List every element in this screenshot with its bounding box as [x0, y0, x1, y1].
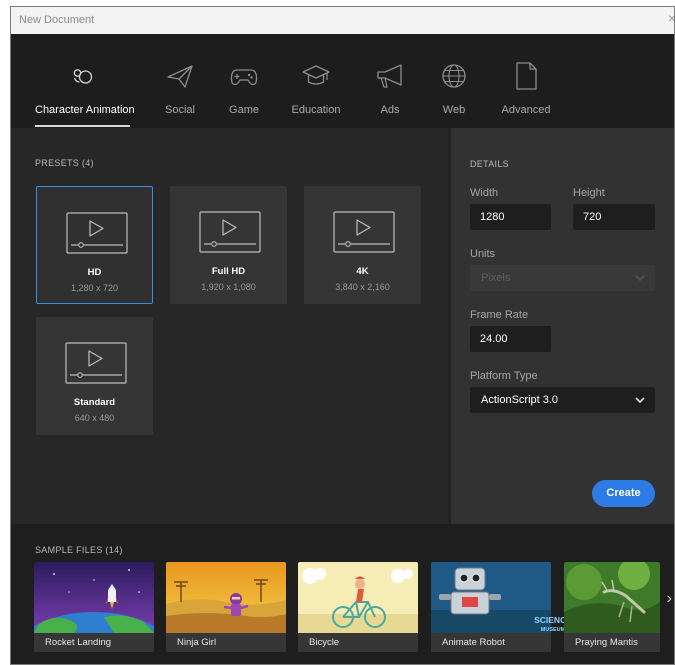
sample-caption: Ninja Girl: [166, 633, 286, 652]
video-preset-icon: [199, 211, 261, 253]
tab-label: Social: [165, 104, 195, 116]
tab-game[interactable]: Game: [225, 34, 263, 128]
create-button[interactable]: Create: [592, 480, 655, 507]
gamepad-icon: [230, 69, 258, 86]
tab-ads[interactable]: Ads: [375, 34, 405, 128]
tab-label: Game: [229, 104, 259, 116]
video-preset-icon: [333, 211, 395, 253]
frame-rate-label: Frame Rate: [470, 309, 529, 321]
bicycle-thumbnail: [298, 562, 418, 633]
details-panel: DETAILS Width 1280 Height 720 Units Pixe…: [451, 128, 674, 524]
sample-files-heading: SAMPLE FILES (14): [35, 545, 123, 555]
preset-name: Full HD: [211, 266, 246, 277]
active-tab-underline: [35, 125, 130, 127]
preset-size: 1,280 x 720: [70, 283, 119, 293]
globe-icon: [442, 64, 466, 88]
height-label: Height: [573, 187, 605, 199]
tab-label: Character Animation: [35, 104, 135, 116]
paper-plane-icon: [167, 65, 193, 88]
close-icon[interactable]: ×: [668, 10, 674, 26]
window-title: New Document: [19, 14, 95, 26]
platform-type-value: ActionScript 3.0: [481, 394, 559, 406]
new-document-dialog: New Document × Character Animation Socia…: [10, 6, 675, 665]
sample-caption: Praying Mantis: [564, 633, 660, 652]
units-select[interactable]: Pixels: [470, 265, 655, 291]
praying-mantis-thumbnail: [564, 562, 660, 633]
blank-document-icon: [516, 62, 537, 90]
tab-label: Web: [442, 104, 466, 116]
tab-education[interactable]: Education: [289, 34, 343, 128]
title-bar: New Document ×: [11, 7, 674, 35]
preset-size: 640 x 480: [74, 413, 115, 423]
preset-full-hd[interactable]: Full HD 1,920 x 1,080: [170, 186, 287, 304]
preset-name: Standard: [73, 397, 116, 408]
ninja-girl-thumbnail: [166, 562, 286, 633]
units-label: Units: [470, 248, 496, 260]
width-input[interactable]: 1280: [470, 204, 551, 230]
sample-caption: Rocket Landing: [34, 633, 154, 652]
sample-files-section: SAMPLE FILES (14) Rocket Landing Ninja G…: [11, 524, 674, 664]
video-preset-icon: [66, 212, 128, 254]
chevron-down-icon: [635, 397, 645, 404]
graduation-cap-icon: [302, 65, 330, 85]
units-value: Pixels: [481, 272, 511, 284]
frame-rate-input[interactable]: 24.00: [470, 326, 551, 352]
tab-label: Education: [291, 104, 341, 116]
chevron-down-icon: [635, 275, 645, 282]
preset-size: 3,840 x 2,160: [335, 282, 390, 292]
character-animation-icon: [73, 69, 92, 84]
presets-panel: PRESETS (4) HD 1,280 x 720 Full HD 1,920…: [11, 128, 448, 524]
platform-type-label: Platform Type: [470, 370, 538, 382]
video-preset-icon: [65, 342, 127, 384]
width-label: Width: [470, 187, 499, 199]
rocket-landing-thumbnail: [34, 562, 154, 633]
tab-web[interactable]: Web: [439, 34, 469, 128]
preset-hd[interactable]: HD 1,280 x 720: [36, 186, 153, 304]
platform-type-select[interactable]: ActionScript 3.0: [470, 387, 655, 413]
sample-caption: Bicycle: [298, 633, 418, 652]
presets-heading: PRESETS (4): [35, 158, 94, 168]
preset-name: 4K: [356, 266, 369, 277]
next-arrow-icon[interactable]: ›: [667, 590, 672, 608]
preset-standard[interactable]: Standard 640 x 480: [36, 317, 153, 435]
tab-label: Advanced: [501, 104, 551, 116]
details-heading: DETAILS: [470, 159, 509, 169]
height-input[interactable]: 720: [573, 204, 655, 230]
tab-character-animation[interactable]: Character Animation: [35, 34, 135, 128]
sample-caption: Animate Robot: [431, 633, 551, 652]
preset-size: 1,920 x 1,080: [201, 282, 256, 292]
preset-4k[interactable]: 4K 3,840 x 2,160: [304, 186, 421, 304]
tab-label: Ads: [380, 104, 400, 116]
megaphone-icon: [377, 64, 402, 88]
tab-advanced[interactable]: Advanced: [499, 34, 553, 128]
tab-social[interactable]: Social: [161, 34, 199, 128]
preset-name: HD: [87, 267, 102, 278]
category-tabs: Character Animation Social Game Educatio…: [11, 34, 674, 128]
